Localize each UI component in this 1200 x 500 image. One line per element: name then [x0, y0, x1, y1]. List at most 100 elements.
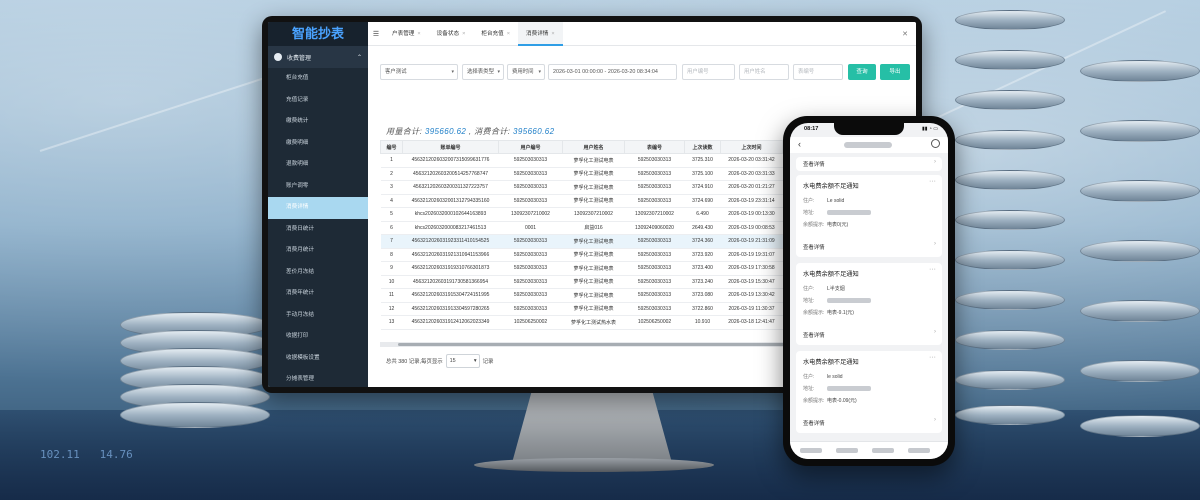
table-cell: 萝孚化工测试电表 — [562, 180, 625, 195]
sidebar-item[interactable]: 缴费统计 — [268, 111, 368, 133]
table-header-cell[interactable]: 用户编号 — [498, 140, 563, 154]
filter-bar: 客户测试 ▾ 选择表类型 ▾ 费用时间 ▾ 2026-03-01 00:00:00 -… — [380, 64, 910, 88]
export-button[interactable]: 导出 — [880, 64, 910, 80]
pager-prefix: 总共 380 记录,每页显示 — [386, 359, 443, 365]
resident-label: 住户: — [803, 198, 815, 204]
sidebar-item[interactable]: 账户调零 — [268, 176, 368, 198]
monitor-stand-neck — [512, 393, 672, 463]
sidebar-item[interactable]: 消费详情 — [268, 197, 368, 219]
table-header-cell[interactable]: 上次读数 — [684, 140, 721, 154]
tab-item[interactable]: 设备状态 × — [429, 22, 474, 46]
table-cell: 592503030313 — [624, 180, 685, 195]
table-cell: 萝孚化工测试电表 — [562, 167, 625, 181]
table-header-cell[interactable]: 编号 — [380, 140, 403, 154]
user-no-input[interactable]: 用户编号 — [682, 64, 735, 80]
phone-nav-bar: ‹ — [790, 137, 948, 153]
table-cell: 萝孚化工测试电表 — [562, 194, 625, 208]
view-details-link[interactable]: 查看详情 — [803, 419, 825, 427]
sidebar-item[interactable]: 消费年统计 — [268, 283, 368, 305]
table-cell: khcs202603200010264416389​3 — [402, 207, 499, 222]
table-header-cell[interactable]: 表编号 — [624, 140, 685, 154]
back-icon[interactable]: ‹ — [798, 139, 801, 149]
phone-frame: 08:17 ▮▮ ◔ ▭ ‹ 查看详情 › 水电费余额不足通知 ··· 住户: Le … — [783, 116, 955, 466]
resident-value: Le solid — [827, 197, 845, 204]
tab-item[interactable]: 户表管理 × — [384, 22, 429, 46]
notification-card[interactable]: 水电费余额不足通知 ··· 住户: Le solid 地址: 余额提示: 电表0(元) 查看详… — [796, 175, 942, 257]
summary-line: 用量合计: 395660.62 , 消费合计: 395660.62 — [386, 126, 554, 137]
balance-row: 余额提示: 电表-9.1(元) — [803, 309, 854, 316]
more-icon[interactable]: ··· — [929, 266, 936, 273]
table-cell: 6 — [380, 221, 403, 235]
table-cell: 2026-03-19 11:30:37 — [720, 302, 783, 316]
sidebar-group-label: 收费管理 — [287, 55, 312, 62]
close-tab-icon[interactable]: × — [462, 31, 465, 37]
notification-card[interactable]: 水电费余额不足通知 ··· 住户: L半支烟 地址: 余额提示: 电表-9.1(元) 查看详情… — [796, 263, 942, 345]
customer-select[interactable]: 客户测试 ▾ — [380, 64, 458, 80]
table-cell: 2649.430 — [684, 221, 721, 235]
sidebar-item[interactable]: 收据打印 — [268, 326, 368, 348]
table-header-cell[interactable]: 用户姓名 — [562, 140, 625, 154]
settings-icon — [274, 53, 282, 61]
phone-tab-item[interactable] — [836, 448, 858, 453]
user-icon[interactable] — [931, 139, 940, 148]
address-value-blurred — [827, 210, 871, 215]
page-size-select[interactable]: 15 ▾ — [445, 354, 480, 368]
pager-suffix: 记录 — [482, 359, 494, 365]
user-name-input[interactable]: 用户姓名 — [739, 64, 789, 80]
tab-item[interactable]: 消费详情 × — [518, 22, 563, 46]
table-cell: 456321202603192131094115396​6 — [402, 248, 499, 262]
close-tab-icon[interactable]: × — [551, 31, 554, 37]
phone-top-link-card[interactable]: 查看详情 › — [796, 157, 942, 171]
table-cell: 592503030313 — [624, 153, 685, 168]
table-cell: 592503030313 — [498, 234, 563, 249]
more-icon[interactable]: ··· — [929, 178, 936, 185]
table-header-cell[interactable]: 账单编号 — [402, 140, 499, 154]
table-cell: 10.910 — [684, 315, 721, 330]
chevron-up-icon: ⌃ — [356, 54, 362, 61]
table-cell: 456321202603191730581366954 — [402, 275, 499, 289]
notification-card[interactable]: 水电费余额不足通知 ··· 住户: le solid 地址: 余额提示: 电表-0.09(元… — [796, 351, 942, 433]
view-details-link[interactable]: 查看详情 — [803, 160, 825, 168]
date-range-input[interactable]: 2026-03-01 00:00:00 - 2026-03-20 08:34:0… — [548, 64, 677, 80]
table-header-cell[interactable]: 上次时间 — [720, 140, 783, 154]
meter-no-input[interactable]: 表编号 — [793, 64, 843, 80]
phone-tab-item[interactable] — [908, 448, 930, 453]
close-tabs-icon[interactable]: ✕ — [902, 30, 908, 38]
coin-stack-right-tall — [955, 10, 1065, 430]
sidebar-item[interactable]: 缴费明细 — [268, 133, 368, 155]
sidebar-item[interactable]: 退款明细 — [268, 154, 368, 176]
close-tab-icon[interactable]: × — [507, 31, 510, 37]
time-type-select-value: 费用时间 — [512, 69, 534, 75]
sidebar-item[interactable]: 充值记录 — [268, 90, 368, 112]
notification-title: 水电费余额不足通知 — [803, 183, 859, 190]
table-cell: 萝孚化工测试电表 — [562, 153, 625, 168]
chevron-right-icon: › — [934, 417, 936, 423]
chevron-right-icon: › — [934, 241, 936, 247]
menu-toggle-icon[interactable]: ☰ — [368, 30, 384, 38]
tab-item[interactable]: 柜台充值 × — [473, 22, 518, 46]
sidebar-item[interactable]: 消费月统计 — [268, 240, 368, 262]
table-cell: 5 — [380, 207, 403, 222]
time-type-select[interactable]: 费用时间 ▾ — [507, 64, 545, 80]
table-cell: 1 — [380, 153, 403, 168]
phone-tab-item[interactable] — [800, 448, 822, 453]
view-details-link[interactable]: 查看详情 — [803, 243, 825, 251]
sidebar-item[interactable]: 收据模板设置 — [268, 348, 368, 370]
phone-tab-item[interactable] — [872, 448, 894, 453]
balance-value: 电表-9.1(元) — [827, 310, 854, 316]
view-details-link[interactable]: 查看详情 — [803, 331, 825, 339]
search-button[interactable]: 查询 — [848, 64, 876, 80]
table-cell: 592503030313 — [498, 180, 563, 195]
balance-label: 余额提示: — [803, 398, 825, 404]
sidebar-group-fee-management[interactable]: 收费管理 ⌃ — [268, 46, 368, 68]
sidebar-item[interactable]: 手动月冻结 — [268, 305, 368, 327]
close-tab-icon[interactable]: × — [417, 31, 420, 37]
more-icon[interactable]: ··· — [929, 354, 936, 361]
table-cell: 456321202603191241206202334​9 — [402, 315, 499, 330]
sidebar-item[interactable]: 柜台充值 — [268, 68, 368, 90]
table-cell: 3724.360 — [684, 234, 721, 249]
sidebar-item[interactable]: 分摊表管理 — [268, 369, 368, 387]
sidebar-item[interactable]: 差价月冻结 — [268, 262, 368, 284]
meter-type-select[interactable]: 选择表类型 ▾ — [462, 64, 504, 80]
sidebar-item[interactable]: 消费日统计 — [268, 219, 368, 241]
